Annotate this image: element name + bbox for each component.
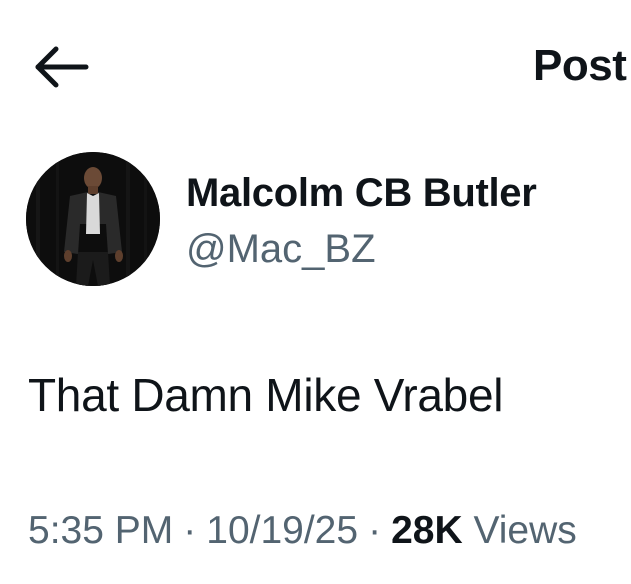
author-handle[interactable]: @Mac_BZ [186, 224, 376, 274]
author-display-name[interactable]: Malcolm CB Butler [186, 168, 537, 218]
meta-separator: · [183, 509, 197, 552]
post-date[interactable]: 10/19/25 [206, 509, 358, 552]
back-arrow-icon [35, 46, 89, 88]
top-bar: Post [0, 0, 631, 130]
views-count: 28K [391, 509, 463, 552]
post-metadata: 5:35 PM · 10/19/25 · 28K Views [28, 506, 577, 556]
views-label: Views [473, 509, 577, 552]
page-title: Post [533, 41, 627, 90]
avatar[interactable] [26, 152, 160, 286]
avatar-image [26, 152, 160, 286]
post-text: That Damn Mike Vrabel [28, 369, 504, 421]
post-time[interactable]: 5:35 PM [28, 509, 173, 552]
meta-separator: · [368, 509, 382, 552]
back-button[interactable] [30, 42, 92, 92]
